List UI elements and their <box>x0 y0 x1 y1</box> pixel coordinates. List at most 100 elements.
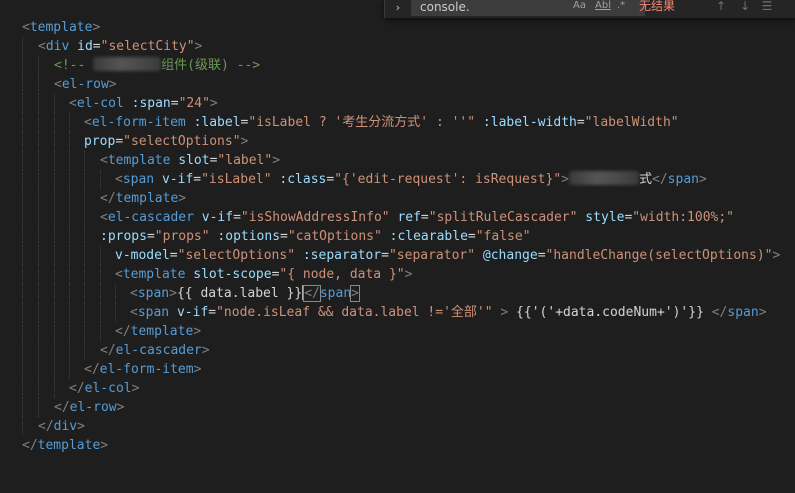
next-match-icon[interactable]: ↓ <box>737 0 753 14</box>
code-line-1: <template> <box>22 20 101 35</box>
tag-el-col-close: el-col <box>84 381 132 396</box>
code-line-7: prop="selectOptions"> <box>0 132 248 151</box>
attr-prop: prop <box>84 134 116 149</box>
code-line-10: </template> <box>0 189 186 208</box>
find-widget: › Aa Abl .* 无结果 ↑ ↓ ☰ <box>384 0 795 18</box>
code-line-9: <span v-if="isLabel" :class="{'edit-requ… <box>0 170 707 189</box>
code-line-8: <template slot="label"> <box>0 151 280 170</box>
tag-el-form-item: el-form-item <box>91 115 186 130</box>
code-line-23: </template> <box>22 438 109 453</box>
redacted-text <box>569 171 639 185</box>
attr-value: "splitRuleCascader" <box>428 210 578 225</box>
attr-class: :class <box>279 172 327 187</box>
attr-value: "selectOptions" <box>177 248 296 263</box>
attr-value: "handleChange(selectOptions)" <box>545 248 773 263</box>
attr-value: "width:100%;" <box>632 210 735 225</box>
attr-value: "labelWidth" <box>584 115 679 130</box>
attr-span: :span <box>131 96 171 111</box>
tag-el-cascader: el-cascader <box>107 210 194 225</box>
attr-v-if: v-if <box>176 305 209 320</box>
previous-match-icon[interactable]: ↑ <box>713 0 729 14</box>
attr-value: "separator" <box>388 248 476 263</box>
tag-template-close: template <box>37 438 101 453</box>
find-in-selection-icon[interactable]: ☰ <box>759 0 775 14</box>
attr-value: "node.isLeaf && data.label !='全部'" <box>216 305 493 320</box>
find-status: 无结果 <box>639 0 676 13</box>
code-line-2: <div id="selectCity"> <box>0 37 202 56</box>
tag-el-cascader-close: el-cascader <box>115 343 202 358</box>
attr-style: style <box>585 210 625 225</box>
code-line-5: <el-col :span="24"> <box>0 94 218 113</box>
attr-value: "selectCity" <box>100 39 195 54</box>
attr-v-if: v-if <box>161 172 194 187</box>
redacted-text <box>93 57 162 71</box>
attr-clearable: :clearable <box>389 229 468 244</box>
attr-value: "false" <box>475 229 531 244</box>
tag-el-form-item-close: el-form-item <box>99 362 194 377</box>
attr-props: :props <box>100 229 147 244</box>
regex-button[interactable]: .* <box>617 0 625 14</box>
code-line-20: </el-col> <box>0 379 139 398</box>
span-text: {{ data.label }} <box>176 286 303 301</box>
tag-span-close: span <box>727 305 759 320</box>
tag-span: span <box>137 305 170 320</box>
code-line-18: </el-cascader> <box>0 341 210 360</box>
tag-template: template <box>107 153 171 168</box>
code-line-19: </el-form-item> <box>0 360 201 379</box>
attr-value: "isShowAddressInfo" <box>240 210 390 225</box>
attr-value: "24" <box>178 96 210 111</box>
span-text: {{'('+data.codeNum+')'}} <box>508 305 712 320</box>
tag-span-close: span <box>667 172 699 187</box>
attr-v-if: v-if <box>201 210 234 225</box>
attr-value: "{'edit-request': isRequest}" <box>334 172 562 187</box>
tag-template: template <box>122 267 186 282</box>
attr-value: "catOptions" <box>287 229 382 244</box>
attr-value: "{ node, data }" <box>279 267 405 282</box>
toggle-replace-chevron-icon[interactable]: › <box>391 0 405 18</box>
whole-word-button[interactable]: Abl <box>595 0 611 14</box>
code-line-4: <el-row> <box>0 75 117 94</box>
attr-change: @change <box>482 248 538 263</box>
attr-slot: slot <box>178 153 210 168</box>
attr-label-width: :label-width <box>482 115 577 130</box>
span-text: 式 <box>639 172 653 187</box>
tag-div-close: div <box>53 419 78 434</box>
attr-value: "label" <box>217 153 273 168</box>
attr-v-model: v-model <box>115 248 170 263</box>
code-line-3: <!-- 组件(级联) --> <box>0 56 260 75</box>
tag-template: template <box>29 20 93 35</box>
tag-span: span <box>122 172 155 187</box>
code-line-17: </template> <box>0 322 201 341</box>
attr-value: "props" <box>154 229 210 244</box>
code-line-13: v-model="selectOptions" :separator="sepa… <box>0 246 780 265</box>
tag-div: div <box>45 39 70 54</box>
code-line-15: <span>{{ data.label }} </span> <box>0 284 360 303</box>
tag-el-col: el-col <box>76 96 124 111</box>
attr-slot-scope: slot-scope <box>193 267 272 282</box>
code-line-16: <span v-if="node.isLeaf && data.label !=… <box>0 303 767 322</box>
code-line-11: <el-cascader v-if="isShowAddressInfo" re… <box>0 208 734 227</box>
tag-span-close: span <box>319 286 352 301</box>
attr-value: "isLabel" <box>201 172 272 187</box>
attr-options: :options <box>217 229 281 244</box>
tag-template-close: template <box>115 191 179 206</box>
tag-span: span <box>137 286 170 301</box>
attr-separator: :separator <box>302 248 382 263</box>
code-line-12: :props="props" :options="catOptions" :cl… <box>0 227 531 246</box>
tag-template-close: template <box>130 324 194 339</box>
code-line-14: <template slot-scope="{ node, data }"> <box>0 265 412 284</box>
attr-ref: ref <box>397 210 421 225</box>
code-editor[interactable]: <template> <div id="selectCity"> <!-- 组件… <box>0 0 795 454</box>
attr-value: "isLabel ? '考生分流方式' : ''" <box>248 115 476 130</box>
attr-value: "selectOptions" <box>123 134 241 149</box>
attr-id: id <box>77 39 93 54</box>
comment-text: 组件(级联) --> <box>161 58 261 73</box>
code-line-6: <el-form-item :label="isLabel ? '考生分流方式'… <box>0 113 679 132</box>
code-line-22: </div> <box>0 417 85 436</box>
tag-el-row: el-row <box>61 77 109 92</box>
attr-label: :label <box>193 115 241 130</box>
match-case-button[interactable]: Aa <box>573 0 586 14</box>
comment-open: <!-- <box>54 58 94 73</box>
tag-el-row-close: el-row <box>69 400 117 415</box>
code-line-21: </el-row> <box>0 398 124 417</box>
